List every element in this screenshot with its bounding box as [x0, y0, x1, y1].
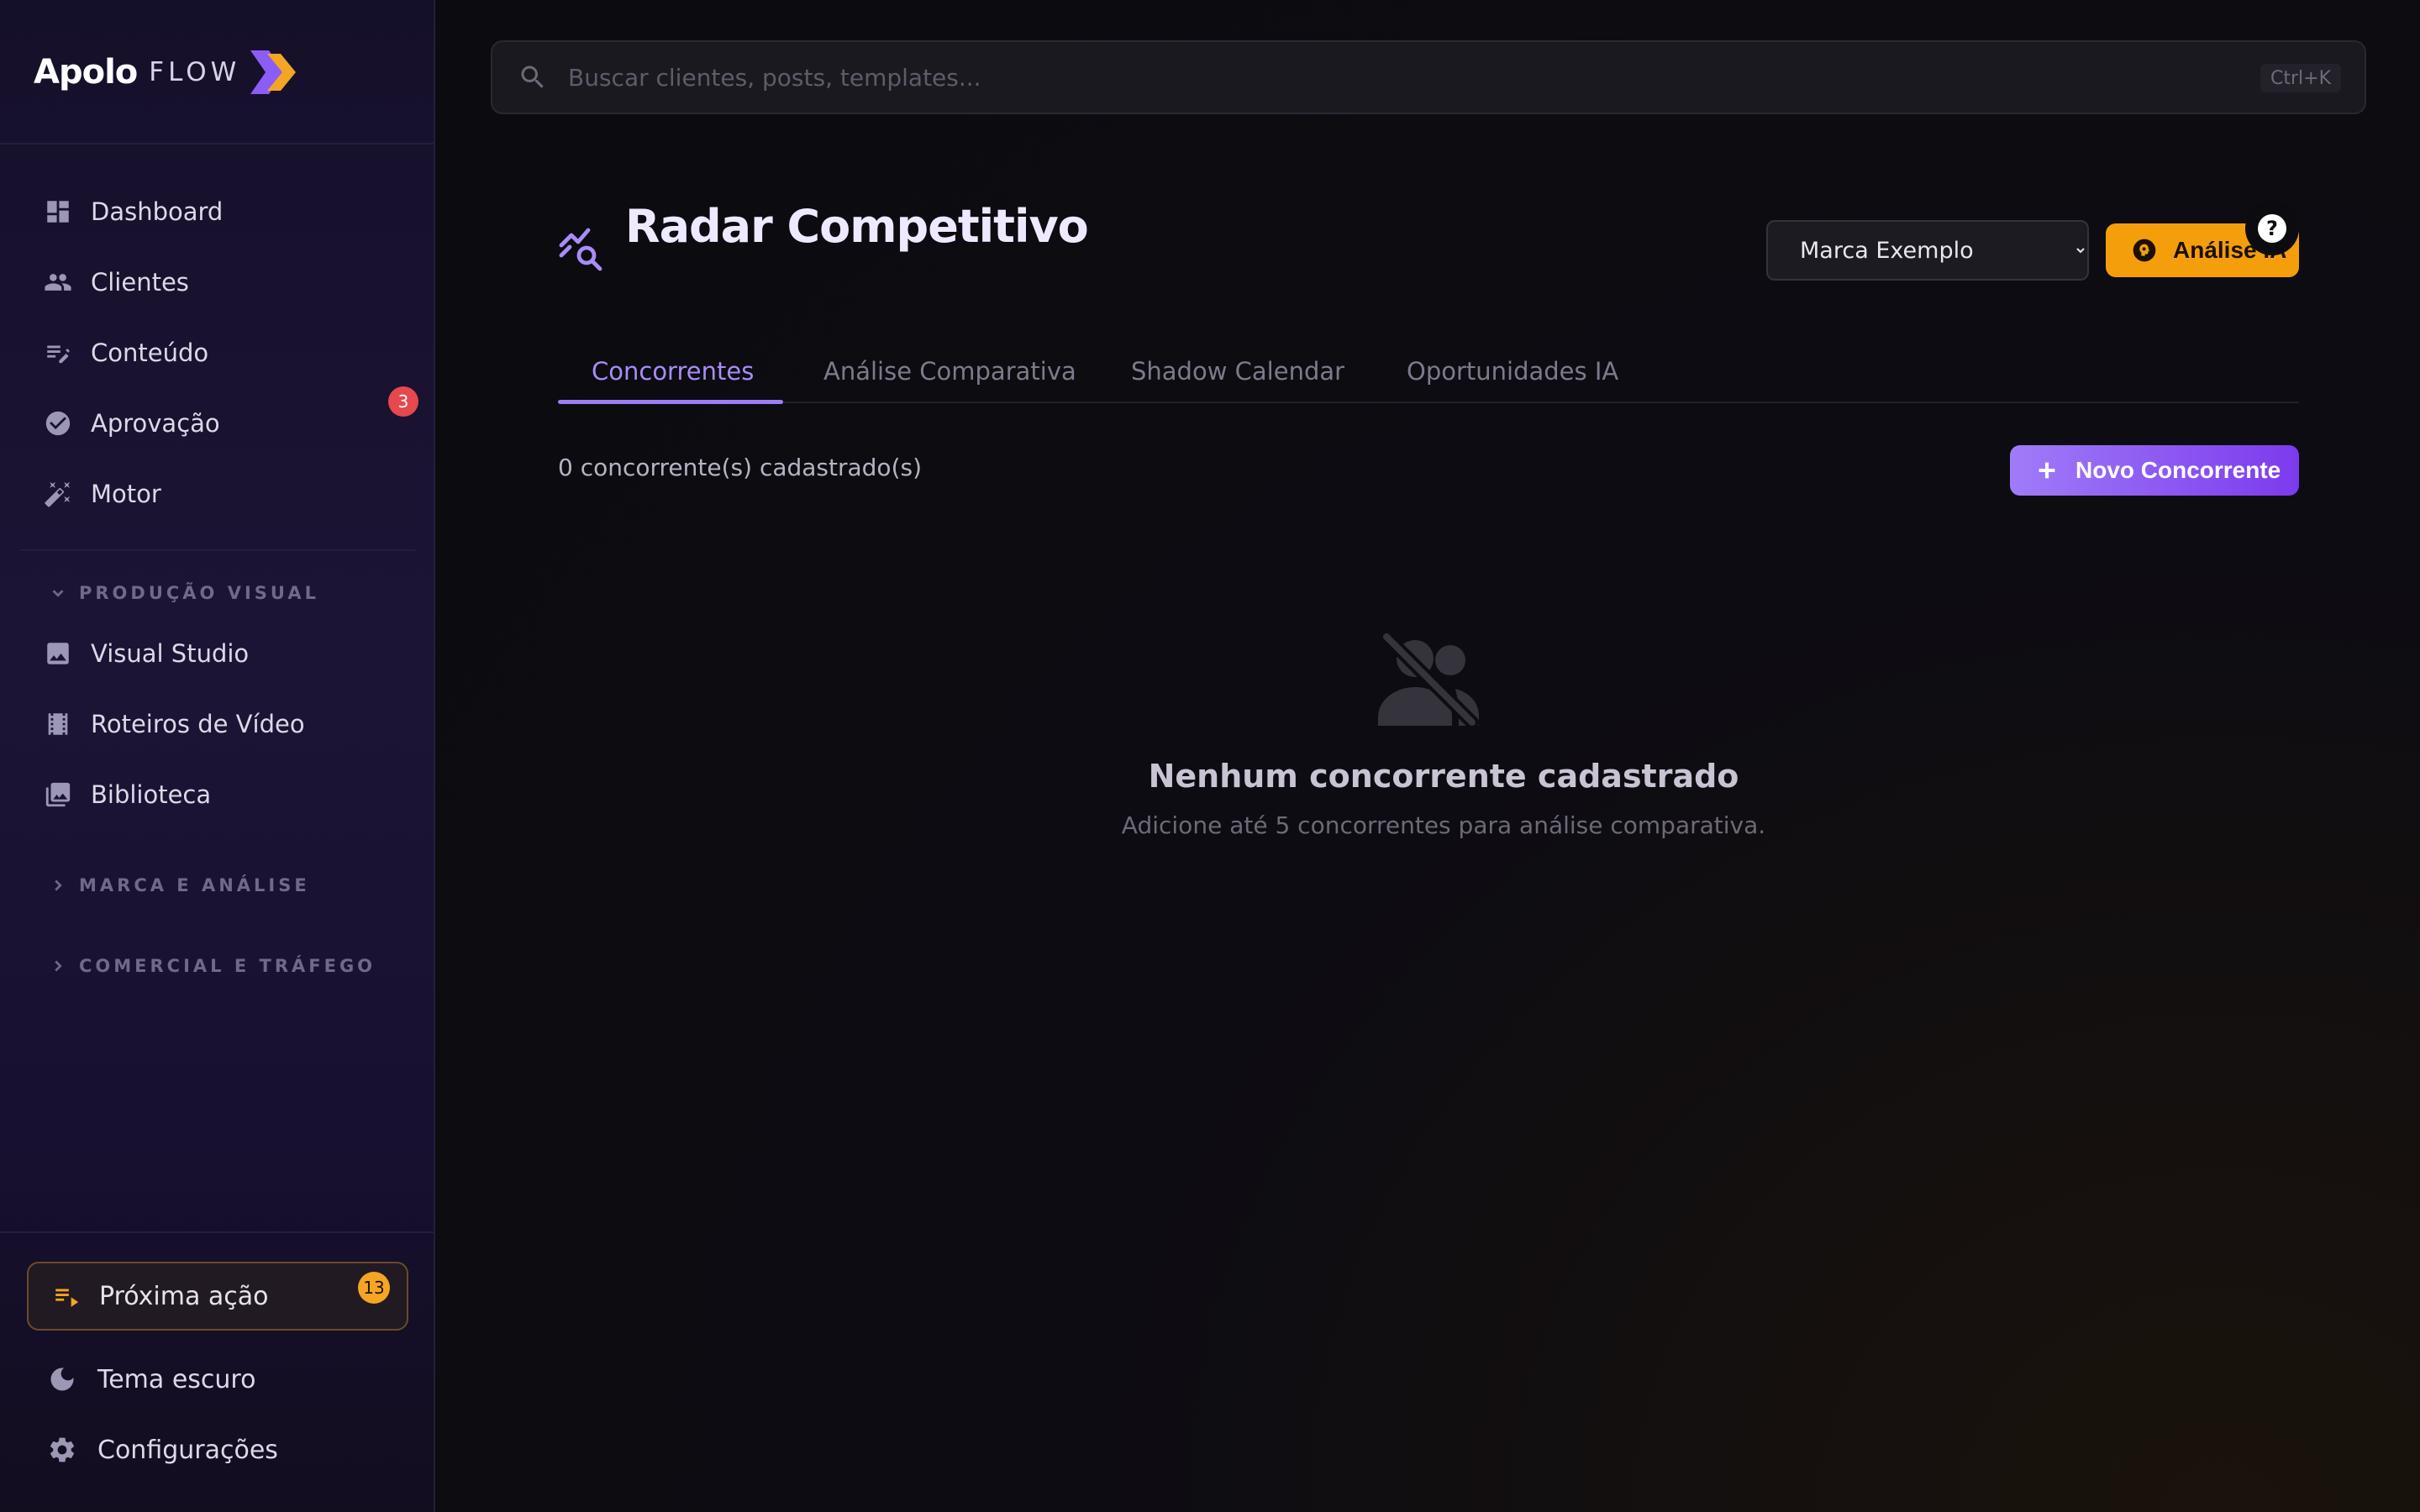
settings-button[interactable]: Configurações: [47, 1425, 278, 1475]
plus-icon: [2039, 462, 2055, 479]
next-action-label: Próxima ação: [99, 1281, 269, 1311]
tab-oportunidades-ia[interactable]: Oportunidades IA: [1407, 339, 1618, 403]
search-shortcut-hint: Ctrl+K: [2260, 64, 2341, 92]
brand-logo[interactable]: Apolo FLOW: [34, 47, 301, 97]
sidebar-item-visual-studio[interactable]: Visual Studio: [20, 623, 415, 684]
magic-wand-icon: [42, 478, 74, 510]
next-action-button[interactable]: Próxima ação: [27, 1262, 408, 1331]
theme-toggle-label: Tema escuro: [97, 1364, 256, 1394]
chevron-down-icon: [52, 590, 64, 597]
playlist-play-icon: [55, 1289, 79, 1307]
chevron-right-icon: [55, 960, 62, 972]
users-icon: [42, 266, 74, 298]
sidebar-item-label: Biblioteca: [91, 780, 212, 809]
active-tab-indicator: [558, 400, 783, 404]
tab-shadow-calendar[interactable]: Shadow Calendar: [1131, 339, 1344, 403]
theme-toggle[interactable]: Tema escuro: [47, 1354, 255, 1404]
tab-analise-comparativa[interactable]: Análise Comparativa: [823, 339, 1076, 403]
global-search[interactable]: Ctrl+K: [491, 40, 2366, 114]
new-competitor-button[interactable]: Novo Concorrente: [2010, 445, 2299, 496]
check-circle-icon: [42, 407, 74, 439]
section-marca-e-analise[interactable]: MARCA E ANÁLISE: [49, 869, 310, 902]
section-label: MARCA E ANÁLISE: [79, 875, 310, 895]
sidebar-item-clientes[interactable]: Clientes: [20, 252, 415, 312]
empty-state-subtitle: Adicione até 5 concorrentes para análise…: [1121, 811, 1766, 839]
sidebar: Apolo FLOW Dashboard Clientes Conteúdo A…: [0, 0, 435, 1512]
chevron-logo-icon: [250, 50, 297, 94]
sidebar-item-conteudo[interactable]: Conteúdo: [20, 323, 415, 383]
photo-library-icon: [42, 779, 74, 811]
page-title: Radar Competitivo: [625, 200, 1089, 253]
radar-search-icon: [559, 228, 602, 271]
sidebar-item-roteiros-de-video[interactable]: Roteiros de Vídeo: [20, 694, 415, 754]
search-input[interactable]: [568, 52, 2165, 102]
main-content: Ctrl+K Radar Competitivo Marca Exemplo A…: [437, 0, 2420, 1512]
sidebar-item-biblioteca[interactable]: Biblioteca: [20, 764, 415, 825]
competitor-count: 0 concorrente(s) cadastrado(s): [558, 454, 923, 481]
edit-list-icon: [42, 337, 74, 369]
dashboard-icon: [42, 196, 74, 228]
sidebar-item-motor[interactable]: Motor: [20, 464, 415, 524]
sidebar-item-dashboard[interactable]: Dashboard: [20, 181, 415, 242]
section-comercial-e-trafego[interactable]: COMERCIAL E TRÁFEGO: [49, 949, 376, 983]
brand-name: Apolo: [34, 53, 138, 92]
chevron-right-icon: [55, 879, 62, 891]
new-competitor-label: Novo Concorrente: [2075, 457, 2281, 483]
tab-bar: Concorrentes Análise Comparativa Shadow …: [558, 339, 2299, 404]
image-icon: [42, 638, 74, 669]
sidebar-item-aprovacao[interactable]: Aprovação: [20, 393, 415, 454]
help-icon: ?: [2258, 214, 2286, 243]
film-icon: [42, 708, 74, 740]
sidebar-item-label: Motor: [91, 480, 161, 508]
sidebar-item-label: Roteiros de Vídeo: [91, 710, 305, 738]
settings-label: Configurações: [97, 1435, 278, 1465]
ai-brain-icon: [2133, 239, 2156, 262]
tab-concorrentes[interactable]: Concorrentes: [592, 339, 754, 403]
divider: [20, 549, 415, 551]
divider: [0, 143, 435, 144]
brand-selector[interactable]: Marca Exemplo: [1766, 220, 2089, 281]
approval-count-badge: 3: [388, 386, 418, 417]
search-icon: [521, 66, 544, 88]
no-users-icon: [1378, 630, 1479, 729]
sidebar-item-label: Aprovação: [91, 409, 220, 438]
moon-icon: [50, 1368, 74, 1391]
empty-state-title: Nenhum concorrente cadastrado: [1148, 758, 1739, 795]
sidebar-item-label: Visual Studio: [91, 639, 250, 668]
divider: [0, 1231, 435, 1233]
section-producao-visual[interactable]: PRODUÇÃO VISUAL: [49, 576, 319, 610]
help-button[interactable]: ?: [2245, 202, 2299, 255]
sidebar-item-label: Conteúdo: [91, 339, 209, 367]
gear-icon: [50, 1437, 75, 1462]
sidebar-item-label: Clientes: [91, 268, 189, 297]
brand-product: FLOW: [149, 57, 241, 87]
sidebar-item-label: Dashboard: [91, 197, 224, 226]
next-action-badge: 13: [358, 1272, 390, 1304]
section-label: COMERCIAL E TRÁFEGO: [79, 956, 376, 976]
section-label: PRODUÇÃO VISUAL: [79, 583, 319, 603]
